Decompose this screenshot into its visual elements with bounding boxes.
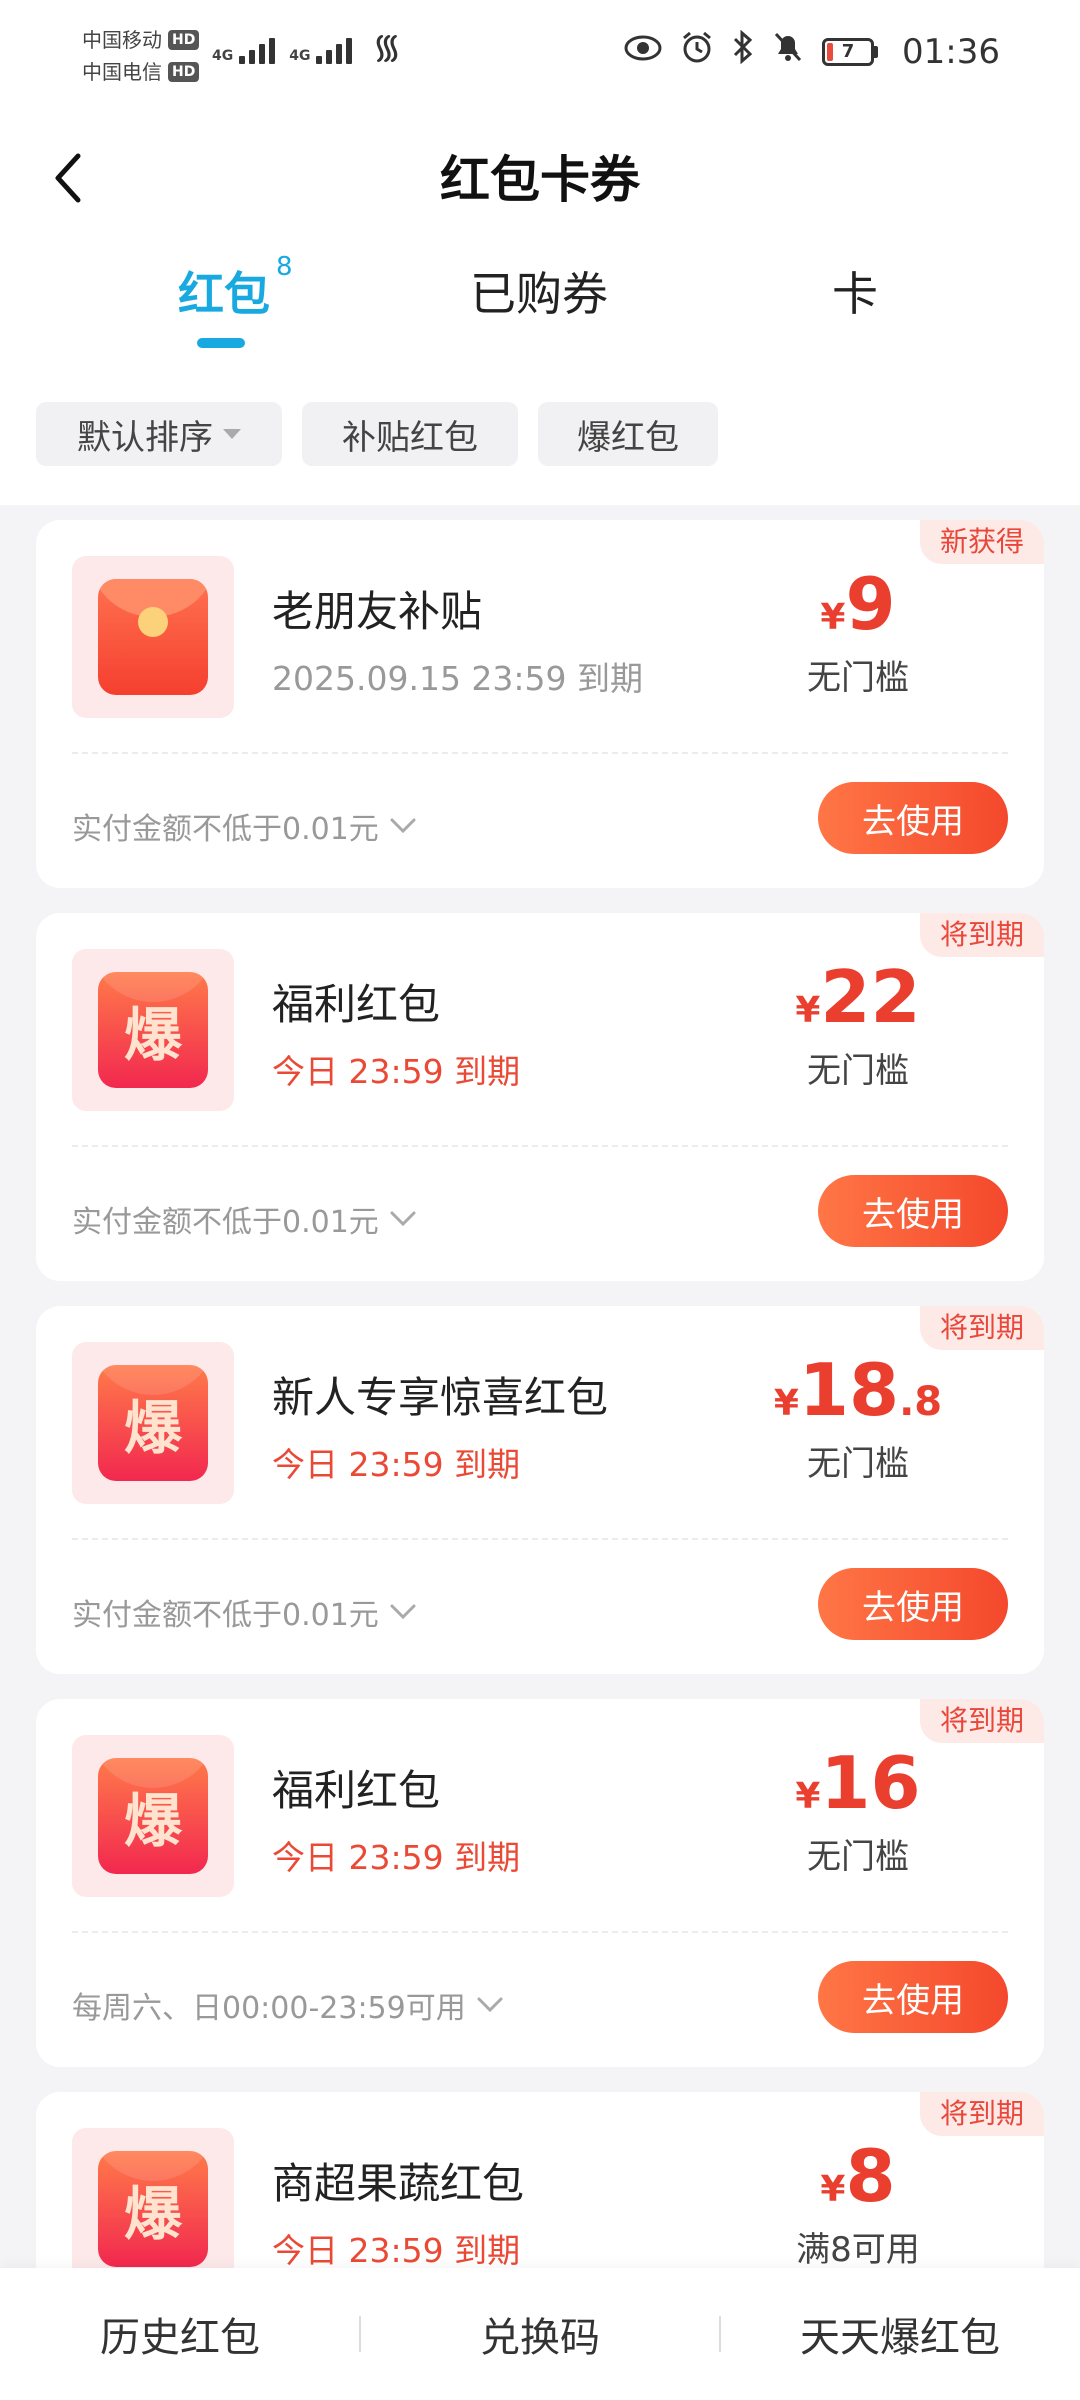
status-tag: 将到期 [919, 2092, 1044, 2136]
coupon-condition: 满8可用 [796, 2230, 920, 2270]
chevron-down-icon [477, 1997, 503, 2013]
history-red-packets-button[interactable]: 历史红包 [0, 2268, 360, 2400]
coupon-card[interactable]: 新获得 老朋友补贴 2025.09.15 23:59 到期 ¥9 无门槛 实付金… [36, 520, 1044, 888]
use-button[interactable]: 去使用 [818, 782, 1008, 854]
coupon-expiry: 今日 23:59 到期 [272, 1838, 521, 1877]
bottom-nav: 历史红包 兑换码 天天爆红包 [0, 2268, 1080, 2400]
status-tag: 将到期 [919, 1306, 1044, 1350]
coupon-card[interactable]: 将到期 爆 福利红包 今日 23:59 到期 ¥16 无门槛 每周六、日00:0… [36, 1699, 1044, 2067]
tab-purchased-coupons[interactable]: 已购券 [470, 258, 608, 324]
coupon-rule-toggle[interactable]: 实付金额不低于0.01元 [72, 1590, 417, 1634]
coupon-rule-toggle[interactable]: 实付金额不低于0.01元 [72, 1197, 417, 1241]
coupon-condition: 无门槛 [807, 1837, 909, 1877]
coupon-condition: 无门槛 [807, 1051, 909, 1091]
burst-red-packet-icon: 爆 [98, 1758, 208, 1874]
coupon-amount: ¥9 [820, 562, 896, 646]
signal-icon: 4G [212, 38, 276, 64]
tab-bar: 红包 8 已购券 卡 [0, 250, 1080, 360]
page-title: 红包卡券 [440, 151, 640, 209]
tab-red-packet[interactable]: 红包 8 [178, 252, 293, 324]
coupon-card[interactable]: 将到期 爆 新人专享惊喜红包 今日 23:59 到期 ¥18.8 无门槛 实付金… [36, 1306, 1044, 1674]
coupon-expiry: 今日 23:59 到期 [272, 1445, 521, 1484]
tab-count-badge: 8 [276, 252, 293, 282]
chevron-down-icon [390, 1604, 416, 1620]
coupon-expiry: 今日 23:59 到期 [272, 1052, 521, 1091]
tab-cards[interactable]: 卡 [832, 258, 878, 324]
use-button[interactable]: 去使用 [818, 1175, 1008, 1247]
mute-icon [772, 30, 804, 73]
filter-subsidy-chip[interactable]: 补贴红包 [302, 402, 518, 466]
filter-burst-chip[interactable]: 爆红包 [538, 402, 718, 466]
signal-icons: 4G 4G ᯾ [212, 30, 401, 64]
coupon-rule-toggle[interactable]: 实付金额不低于0.01元 [72, 804, 417, 848]
coupon-expiry: 今日 23:59 到期 [272, 2231, 521, 2270]
dashed-divider [72, 1145, 1008, 1147]
coupon-card[interactable]: 将到期 爆 福利红包 今日 23:59 到期 ¥22 无门槛 实付金额不低于0.… [36, 913, 1044, 1281]
coupon-amount: ¥8 [820, 2134, 896, 2218]
hd-badge: HD [168, 62, 200, 82]
eye-icon [624, 32, 662, 72]
coupon-name: 商超果蔬红包 [272, 2159, 525, 2208]
coupon-amount: ¥18.8 [773, 1348, 943, 1432]
coupon-icon-box: 爆 [72, 2128, 234, 2290]
burst-red-packet-icon: 爆 [98, 1365, 208, 1481]
filter-bar: 默认排序 补贴红包 爆红包 [0, 360, 1080, 505]
carrier-mobile: 中国移动 [82, 28, 162, 52]
alarm-icon [680, 30, 714, 73]
coupon-amount: ¥22 [795, 955, 921, 1039]
status-tag: 将到期 [919, 1699, 1044, 1743]
carrier-telecom: 中国电信 [82, 60, 162, 84]
coupon-icon-box [72, 556, 234, 718]
status-tag: 新获得 [919, 520, 1044, 564]
coupon-condition: 无门槛 [807, 658, 909, 698]
wifi-icon: ᯾ [372, 27, 402, 67]
caret-down-icon [223, 429, 241, 439]
coupon-name: 福利红包 [272, 1766, 441, 1815]
bluetooth-icon [732, 29, 754, 73]
status-icons-right: 7 01:36 [624, 29, 1000, 73]
daily-burst-red-packet-button[interactable]: 天天爆红包 [720, 2268, 1080, 2400]
burst-red-packet-icon: 爆 [98, 972, 208, 1088]
carrier-info: 中国移动 HD 中国电信 HD [82, 24, 200, 88]
dashed-divider [72, 1931, 1008, 1933]
sort-dropdown[interactable]: 默认排序 [36, 402, 282, 466]
coupon-condition: 无门槛 [807, 1444, 909, 1484]
header: 红包卡券 [0, 100, 1080, 250]
use-button[interactable]: 去使用 [818, 1568, 1008, 1640]
coupon-name: 老朋友补贴 [272, 587, 483, 636]
coupon-name: 新人专享惊喜红包 [272, 1373, 609, 1422]
use-button[interactable]: 去使用 [818, 1961, 1008, 2033]
signal-icon: 4G [289, 38, 353, 64]
coupon-icon-box: 爆 [72, 949, 234, 1111]
status-bar: 中国移动 HD 中国电信 HD 4G 4G ᯾ 7 01:36 [0, 0, 1080, 100]
coupon-amount: ¥16 [795, 1741, 921, 1825]
dashed-divider [72, 752, 1008, 754]
hd-badge: HD [168, 30, 200, 50]
coupon-name: 福利红包 [272, 980, 441, 1029]
chevron-down-icon [390, 818, 416, 834]
status-tag: 将到期 [919, 913, 1044, 957]
clock: 01:36 [902, 31, 1000, 72]
page: 中国移动 HD 中国电信 HD 4G 4G ᯾ 7 01:36 红包卡券 红包 … [0, 0, 1080, 2400]
coupon-icon-box: 爆 [72, 1342, 234, 1504]
dashed-divider [72, 1538, 1008, 1540]
red-envelope-icon [98, 579, 208, 695]
battery-icon: 7 [822, 37, 879, 66]
coupon-expiry: 2025.09.15 23:59 到期 [272, 659, 644, 698]
coupon-icon-box: 爆 [72, 1735, 234, 1897]
tab-indicator [197, 338, 245, 348]
coupon-rule-toggle[interactable]: 每周六、日00:00-23:59可用 [72, 1983, 504, 2027]
burst-red-packet-icon: 爆 [98, 2151, 208, 2267]
redeem-code-button[interactable]: 兑换码 [360, 2268, 720, 2400]
chevron-down-icon [390, 1211, 416, 1227]
